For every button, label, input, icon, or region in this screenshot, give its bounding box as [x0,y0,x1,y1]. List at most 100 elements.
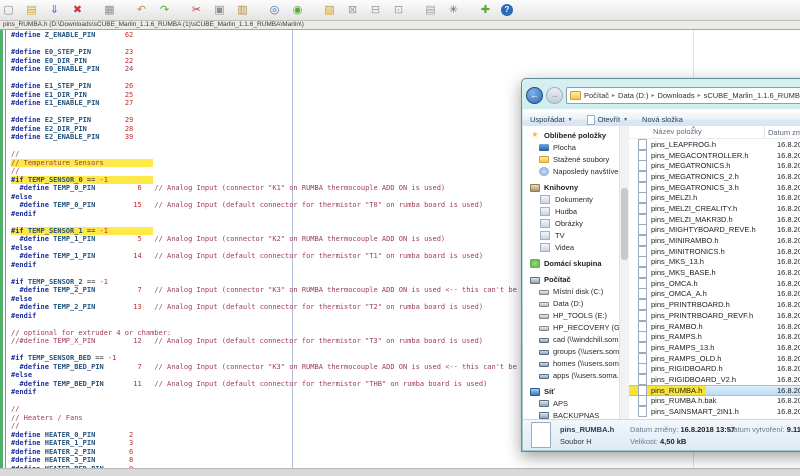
file-row[interactable]: pins_RAMPS_OLD.h16.8.2018 13:57 [629,353,800,364]
settings-icon[interactable]: ✳ [446,3,461,18]
sidebar-item-obr-zky[interactable]: Obrázky [523,217,619,229]
sidebar-item-aps[interactable]: APS [523,397,619,409]
search-replace-icon[interactable]: ◉ [290,3,305,18]
print-icon[interactable]: ▦ [102,3,117,18]
sidebar-item-cad-windchill-soma-cz-[interactable]: cad (\\windchill.soma.cz) [523,333,619,345]
save-icon[interactable]: ⇓ [47,3,62,18]
sidebar-item-hp-tools-e-[interactable]: HP_TOOLS (E:) [523,309,619,321]
breadcrumb-item[interactable]: sCUBE_Marlin_1.1.6_RUMBA (1) [704,91,800,100]
undo-icon[interactable]: ↶ [134,3,149,18]
sidebar-item-naposledy-nav-t-ven-[interactable]: Naposledy navštívené [523,165,619,177]
file-date-modified: 16.8.2018 13:57 [777,289,800,298]
breadcrumb-item[interactable]: Downloads [657,91,694,100]
breadcrumb-separator: ▸ [650,92,655,99]
restore-window-icon[interactable]: ⊡ [391,3,406,18]
editor-tab[interactable]: pins_RUMBA.h (D:\Downloads\sCUBE_Marlin_… [3,21,304,28]
open-button[interactable]: Otevřít ▼ [587,115,628,125]
sidebar-item-hp-recovery-g-[interactable]: HP_RECOVERY (G:) [523,321,619,333]
file-icon [638,150,647,161]
details-size-label: Velikost: [630,437,658,446]
file-row[interactable]: pins_MKS_13.h16.8.2018 13:57 [629,257,800,268]
file-row[interactable]: pins_RUMBA.h16.8.2018 13:57 [629,385,800,396]
file-date-modified: 16.8.2018 13:57 [777,225,800,234]
copy-icon[interactable]: ▣ [212,3,227,18]
file-icon [638,171,647,182]
file-row[interactable]: pins_RIGIDBOARD.h16.8.2018 13:57 [629,363,800,374]
file-row[interactable]: pins_MEGATRONICS_2.h16.8.2018 13:57 [629,171,800,182]
sidebar-item-plocha[interactable]: Plocha [523,141,619,153]
file-row[interactable]: pins_RAMPS.h16.8.2018 13:57 [629,331,800,342]
sidebar-group-dom-c-skupina[interactable]: Domácí skupina [523,258,619,269]
file-row[interactable]: pins_MINIRAMBO.h16.8.2018 13:57 [629,235,800,246]
address-bar[interactable]: Počítač▸Data (D:)▸Downloads▸sCUBE_Marlin… [566,87,800,104]
file-row[interactable]: pins_OMCA_A.h 16.8.2018 13:57 [629,289,800,300]
sidebar-group-s-[interactable]: Síť [523,386,619,397]
sidebar-scrollbar[interactable] [619,126,629,419]
sidebar-item-apps-users-soma-cz-z[interactable]: apps (\\users.soma.cz) (Z [523,369,619,381]
column-header-name[interactable]: Název položky [629,126,765,138]
file-row[interactable]: pins_MKS_BASE.h16.8.2018 13:57 [629,267,800,278]
file-date-modified: 16.8.2018 13:57 [777,386,800,395]
file-row[interactable]: pins_MEGACONTROLLER.h16.8.2018 13:57 [629,150,800,161]
file-row[interactable]: pins_MELZI.h16.8.2018 13:57 [629,192,800,203]
sidebar-item-m-stn-disk-c-[interactable]: Místní disk (C:) [523,285,619,297]
file-row[interactable]: pins_MINITRONICS.h16.8.2018 13:57 [629,246,800,257]
file-row[interactable]: pins_PRINTRBOARD.h16.8.2018 13:57 [629,299,800,310]
file-row[interactable]: pins_RIGIDBOARD_V2.h16.8.2018 13:57 [629,374,800,385]
column-header-date[interactable]: Datum změny [765,128,800,137]
scrollbar-thumb[interactable] [621,188,628,260]
search-icon[interactable]: ◎ [267,3,282,18]
file-row[interactable]: pins_MIGHTYBOARD_REVE.h16.8.2018 13:57 [629,225,800,236]
file-rows: pins_LEAPFROG.h16.8.2018 13:57pins_MEGAC… [629,139,800,419]
sidebar-item-tv[interactable]: TV [523,229,619,241]
close-file-icon[interactable]: ✖ [70,3,85,18]
details-size-value: 4,50 kB [660,437,686,446]
breadcrumb-item[interactable]: Počítač [584,91,609,100]
sidebar-group-obl-ben-polo-ky[interactable]: Oblíbené položky [523,129,619,141]
sidebar-item-dokumenty[interactable]: Dokumenty [523,193,619,205]
new-folder-button[interactable]: Nová složka [642,115,683,124]
file-row[interactable]: pins_RAMBO.h16.8.2018 13:57 [629,321,800,332]
file-row-main: pins_RAMPS_13.h [629,342,718,353]
help-icon[interactable]: ? [501,4,513,16]
cut-icon[interactable]: ✂ [189,3,204,18]
sidebar-item-hudba[interactable]: Hudba [523,205,619,217]
sidebar-group-po-ta-[interactable]: Počítač [523,274,619,285]
file-row[interactable]: pins_OMCA.h16.8.2018 13:57 [629,278,800,289]
add-icon[interactable]: ✚ [478,3,493,18]
forward-button[interactable]: → [546,87,563,104]
file-row[interactable]: pins_RUMBA.h.bak16.8.2018 13:57 [629,396,800,407]
open-folder-icon[interactable]: ▤ [24,3,39,18]
sidebar-item-groups-users-soma-cz-[interactable]: groups (\\users.soma.cz) [523,345,619,357]
sidebar-item-homes-users-soma-cz-[interactable]: homes (\\users.soma.cz) [523,357,619,369]
sidebar-group-knihovny[interactable]: Knihovny [523,182,619,193]
new-file-icon[interactable]: ▢ [1,3,16,18]
file-date-modified: 16.8.2018 13:57 [777,161,800,170]
sidebar-item-sta-en-soubory[interactable]: Stažené soubory [523,153,619,165]
code-explorer-icon[interactable]: ▤ [423,3,438,18]
breadcrumb-item[interactable]: Data (D:) [618,91,648,100]
paste-icon[interactable]: ▥ [235,3,250,18]
file-row[interactable]: pins_MEGATRONICS_3.h16.8.2018 13:57 [629,182,800,193]
file-row[interactable]: pins_MELZI_MAKR3D.h16.8.2018 13:57 [629,214,800,225]
editor-status-bar [0,468,800,476]
file-row[interactable]: pins_SAINSMART_2IN1.h16.8.2018 13:57 [629,406,800,417]
folder-icon [539,156,549,163]
minimize-window-icon[interactable]: ⊟ [368,3,383,18]
redo-icon[interactable]: ↷ [157,3,172,18]
sidebar-item-data-d-[interactable]: Data (D:) [523,297,619,309]
sidebar-item-backupnas[interactable]: BACKUPNAS [523,409,619,419]
file-date-modified: 16.8.2018 13:57 [777,140,800,149]
file-icon [638,235,647,246]
back-button[interactable]: ← [526,87,543,104]
file-row[interactable]: pins_PRINTRBOARD_REVF.h16.8.2018 13:57 [629,310,800,321]
organize-button[interactable]: Uspořádat ▼ [530,115,573,124]
file-name: pins_OMCA_A.h [651,289,707,298]
sidebar-item-videa[interactable]: Videa [523,241,619,253]
file-row[interactable]: pins_MELZI_CREALITY.h16.8.2018 13:57 [629,203,800,214]
new-window-icon[interactable]: ▧ [322,3,337,18]
file-row[interactable]: pins_RAMPS_13.h16.8.2018 13:57 [629,342,800,353]
close-window-icon[interactable]: ⊠ [345,3,360,18]
file-row[interactable]: pins_LEAPFROG.h16.8.2018 13:57 [629,139,800,150]
file-row[interactable]: pins_MEGATRONICS.h16.8.2018 13:57 [629,160,800,171]
